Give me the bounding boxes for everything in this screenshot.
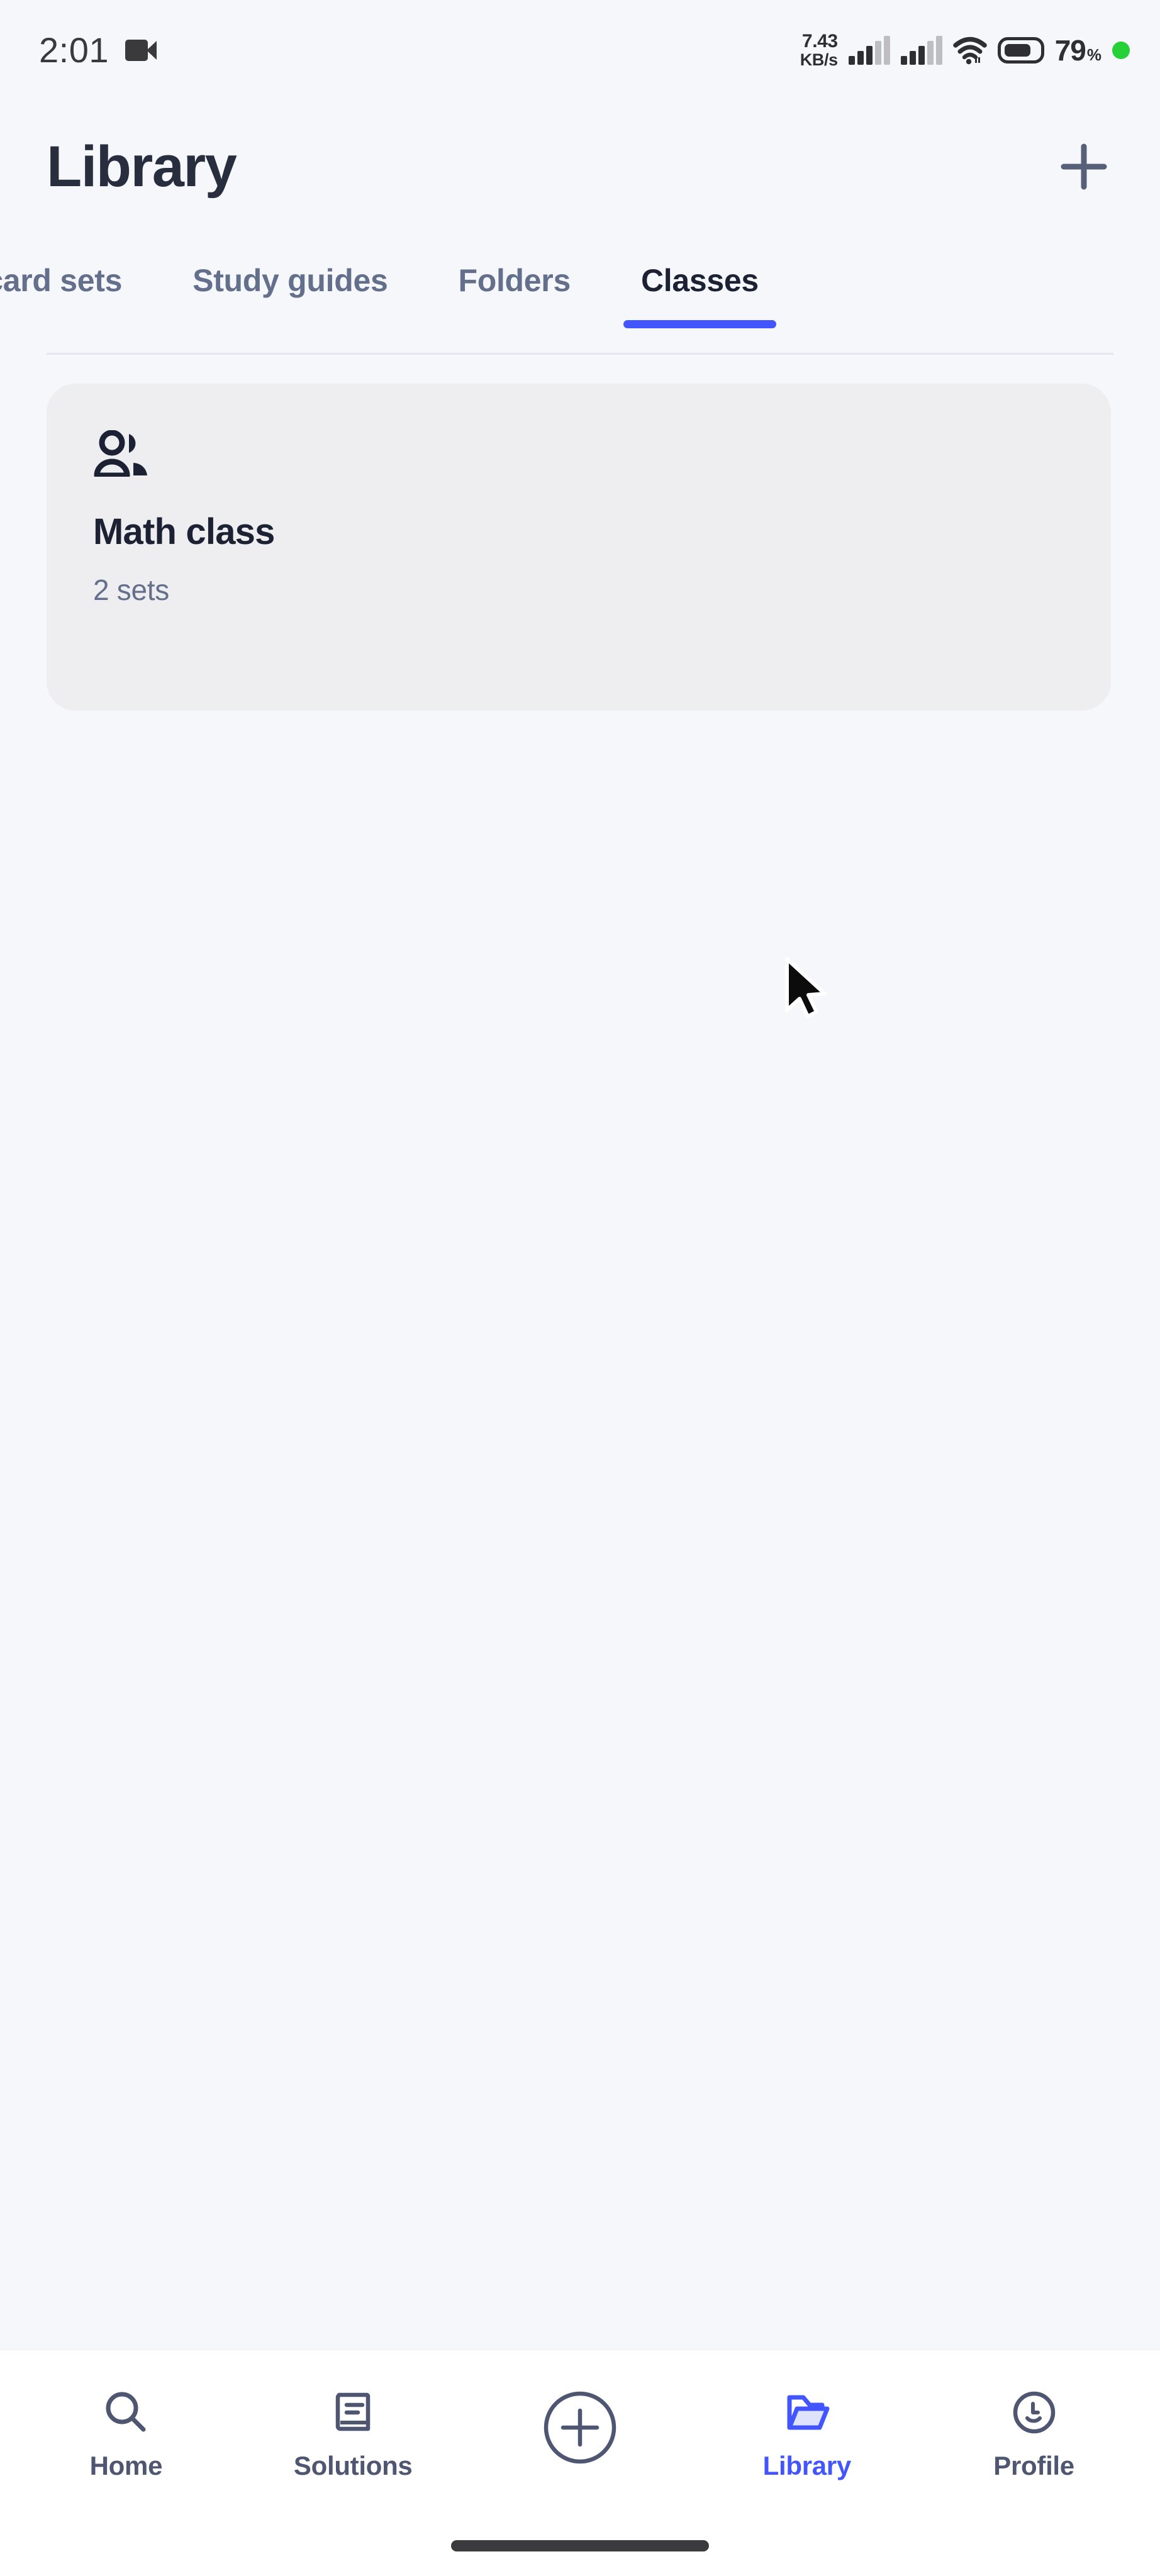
class-card-subtitle: 2 sets <box>93 574 169 606</box>
tab-classes[interactable]: Classes <box>606 233 794 328</box>
tab-active-underline <box>623 320 776 328</box>
home-indicator-bar[interactable] <box>451 2540 709 2551</box>
tab-label: Folders <box>458 263 571 298</box>
tab-flashcard-sets[interactable]: ashcard sets <box>0 233 157 328</box>
status-bar: 2:01 7.43 KB/s 79 % <box>0 0 1160 101</box>
battery-percent-symbol: % <box>1086 45 1101 64</box>
tab-label: Study guides <box>192 263 388 298</box>
folder-icon <box>787 2395 830 2429</box>
plus-icon <box>1061 143 1107 190</box>
battery-percent-value: 79 <box>1054 34 1086 67</box>
nav-item-solutions[interactable]: Solutions <box>262 2385 444 2481</box>
network-speed-value: 7.43 <box>801 30 838 52</box>
tab-folders[interactable]: Folders <box>423 233 606 328</box>
tab-label: Classes <box>640 263 759 298</box>
green-status-dot <box>1112 42 1130 59</box>
class-card-title: Math class <box>93 511 275 552</box>
nav-item-library[interactable]: Library <box>716 2385 898 2481</box>
signal-bars-icon <box>848 36 890 65</box>
network-speed-unit: KB/s <box>800 50 838 69</box>
status-bar-clock: 2:01 <box>39 30 109 70</box>
face-smile-circle-icon <box>1013 2391 1055 2433</box>
mouse-arrow-pointer <box>785 957 827 1018</box>
nav-item-profile[interactable]: Profile <box>943 2385 1125 2481</box>
people-group-icon <box>94 430 147 479</box>
nav-label: Solutions <box>293 2450 413 2480</box>
book-icon <box>335 2392 371 2431</box>
nav-label: Profile <box>993 2450 1074 2480</box>
plus-circle-icon <box>544 2391 616 2463</box>
page-title: Library <box>47 135 237 199</box>
tab-study-guides[interactable]: Study guides <box>157 233 423 328</box>
battery-icon <box>997 37 1044 64</box>
add-button[interactable] <box>1043 126 1125 208</box>
wifi-icon <box>952 36 987 65</box>
signal-bars-icon-2 <box>900 36 942 65</box>
library-content: Math class 2 sets <box>0 358 1160 2350</box>
library-tabs: ashcard sets Study guides Folders Classe… <box>0 233 1160 358</box>
nav-label: Home <box>89 2450 163 2480</box>
battery-percent-label: 79 % <box>1055 33 1101 67</box>
nav-item-home[interactable]: Home <box>35 2385 217 2481</box>
tab-label: ashcard sets <box>0 263 123 298</box>
page-header: Library <box>0 101 1160 233</box>
bottom-navigation-bar: Home Solutions Library Profile <box>0 2350 1160 2576</box>
nav-item-create[interactable]: Create <box>489 2384 671 2483</box>
network-speed-indicator: 7.43 KB/s <box>800 30 838 69</box>
home-indicator-area <box>0 2516 1160 2576</box>
app-screen: 2:01 7.43 KB/s 79 % Library ard sets Stu… <box>0 0 1160 2576</box>
video-camera-icon <box>125 40 157 61</box>
class-card[interactable]: Math class 2 sets <box>47 384 1111 711</box>
tabs-divider <box>47 353 1113 355</box>
status-bar-right: 7.43 KB/s 79 % <box>800 30 1130 69</box>
nav-label: Library <box>762 2450 852 2480</box>
status-bar-left: 2:01 <box>39 33 157 68</box>
search-icon <box>106 2392 146 2431</box>
